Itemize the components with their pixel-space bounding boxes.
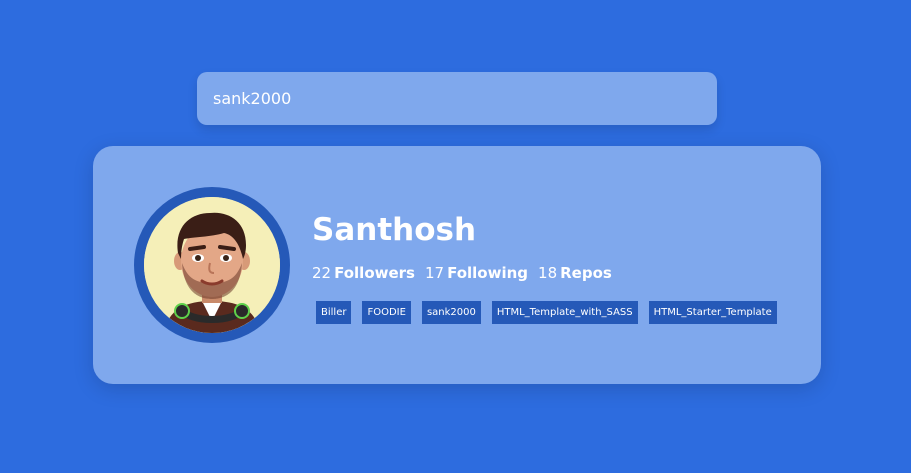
search-input[interactable] <box>197 72 717 125</box>
following-count: 17 <box>424 264 445 282</box>
repos-stat: 18 Repos <box>538 263 612 283</box>
profile-name: Santhosh <box>312 212 477 248</box>
cartoon-avatar-icon <box>144 197 280 333</box>
repo-link-html-starter-template[interactable]: HTML_Starter_Template <box>648 301 777 324</box>
followers-label: Followers <box>334 264 415 282</box>
user-card: Santhosh 22 Followers 17 Following 18 Repos… <box>93 146 821 384</box>
profile-stats: 22 Followers 17 Following 18 Repos <box>312 263 622 283</box>
avatar <box>134 187 290 343</box>
followers-count: 22 <box>312 264 332 282</box>
repo-list: Biller FOODIE sank2000 HTML_Template_wit… <box>316 301 788 324</box>
repo-link-sank2000[interactable]: sank2000 <box>421 301 481 324</box>
repo-link-foodie[interactable]: FOODIE <box>362 301 411 324</box>
following-label: Following <box>447 264 529 282</box>
repo-link-html-template-with-sass[interactable]: HTML_Template_with_SASS <box>491 301 638 324</box>
followers-stat: 22 Followers <box>312 263 415 283</box>
repos-label: Repos <box>560 264 612 282</box>
repos-count: 18 <box>538 264 558 282</box>
repo-link-biller[interactable]: Biller <box>316 301 352 324</box>
following-stat: 17 Following <box>425 263 528 283</box>
